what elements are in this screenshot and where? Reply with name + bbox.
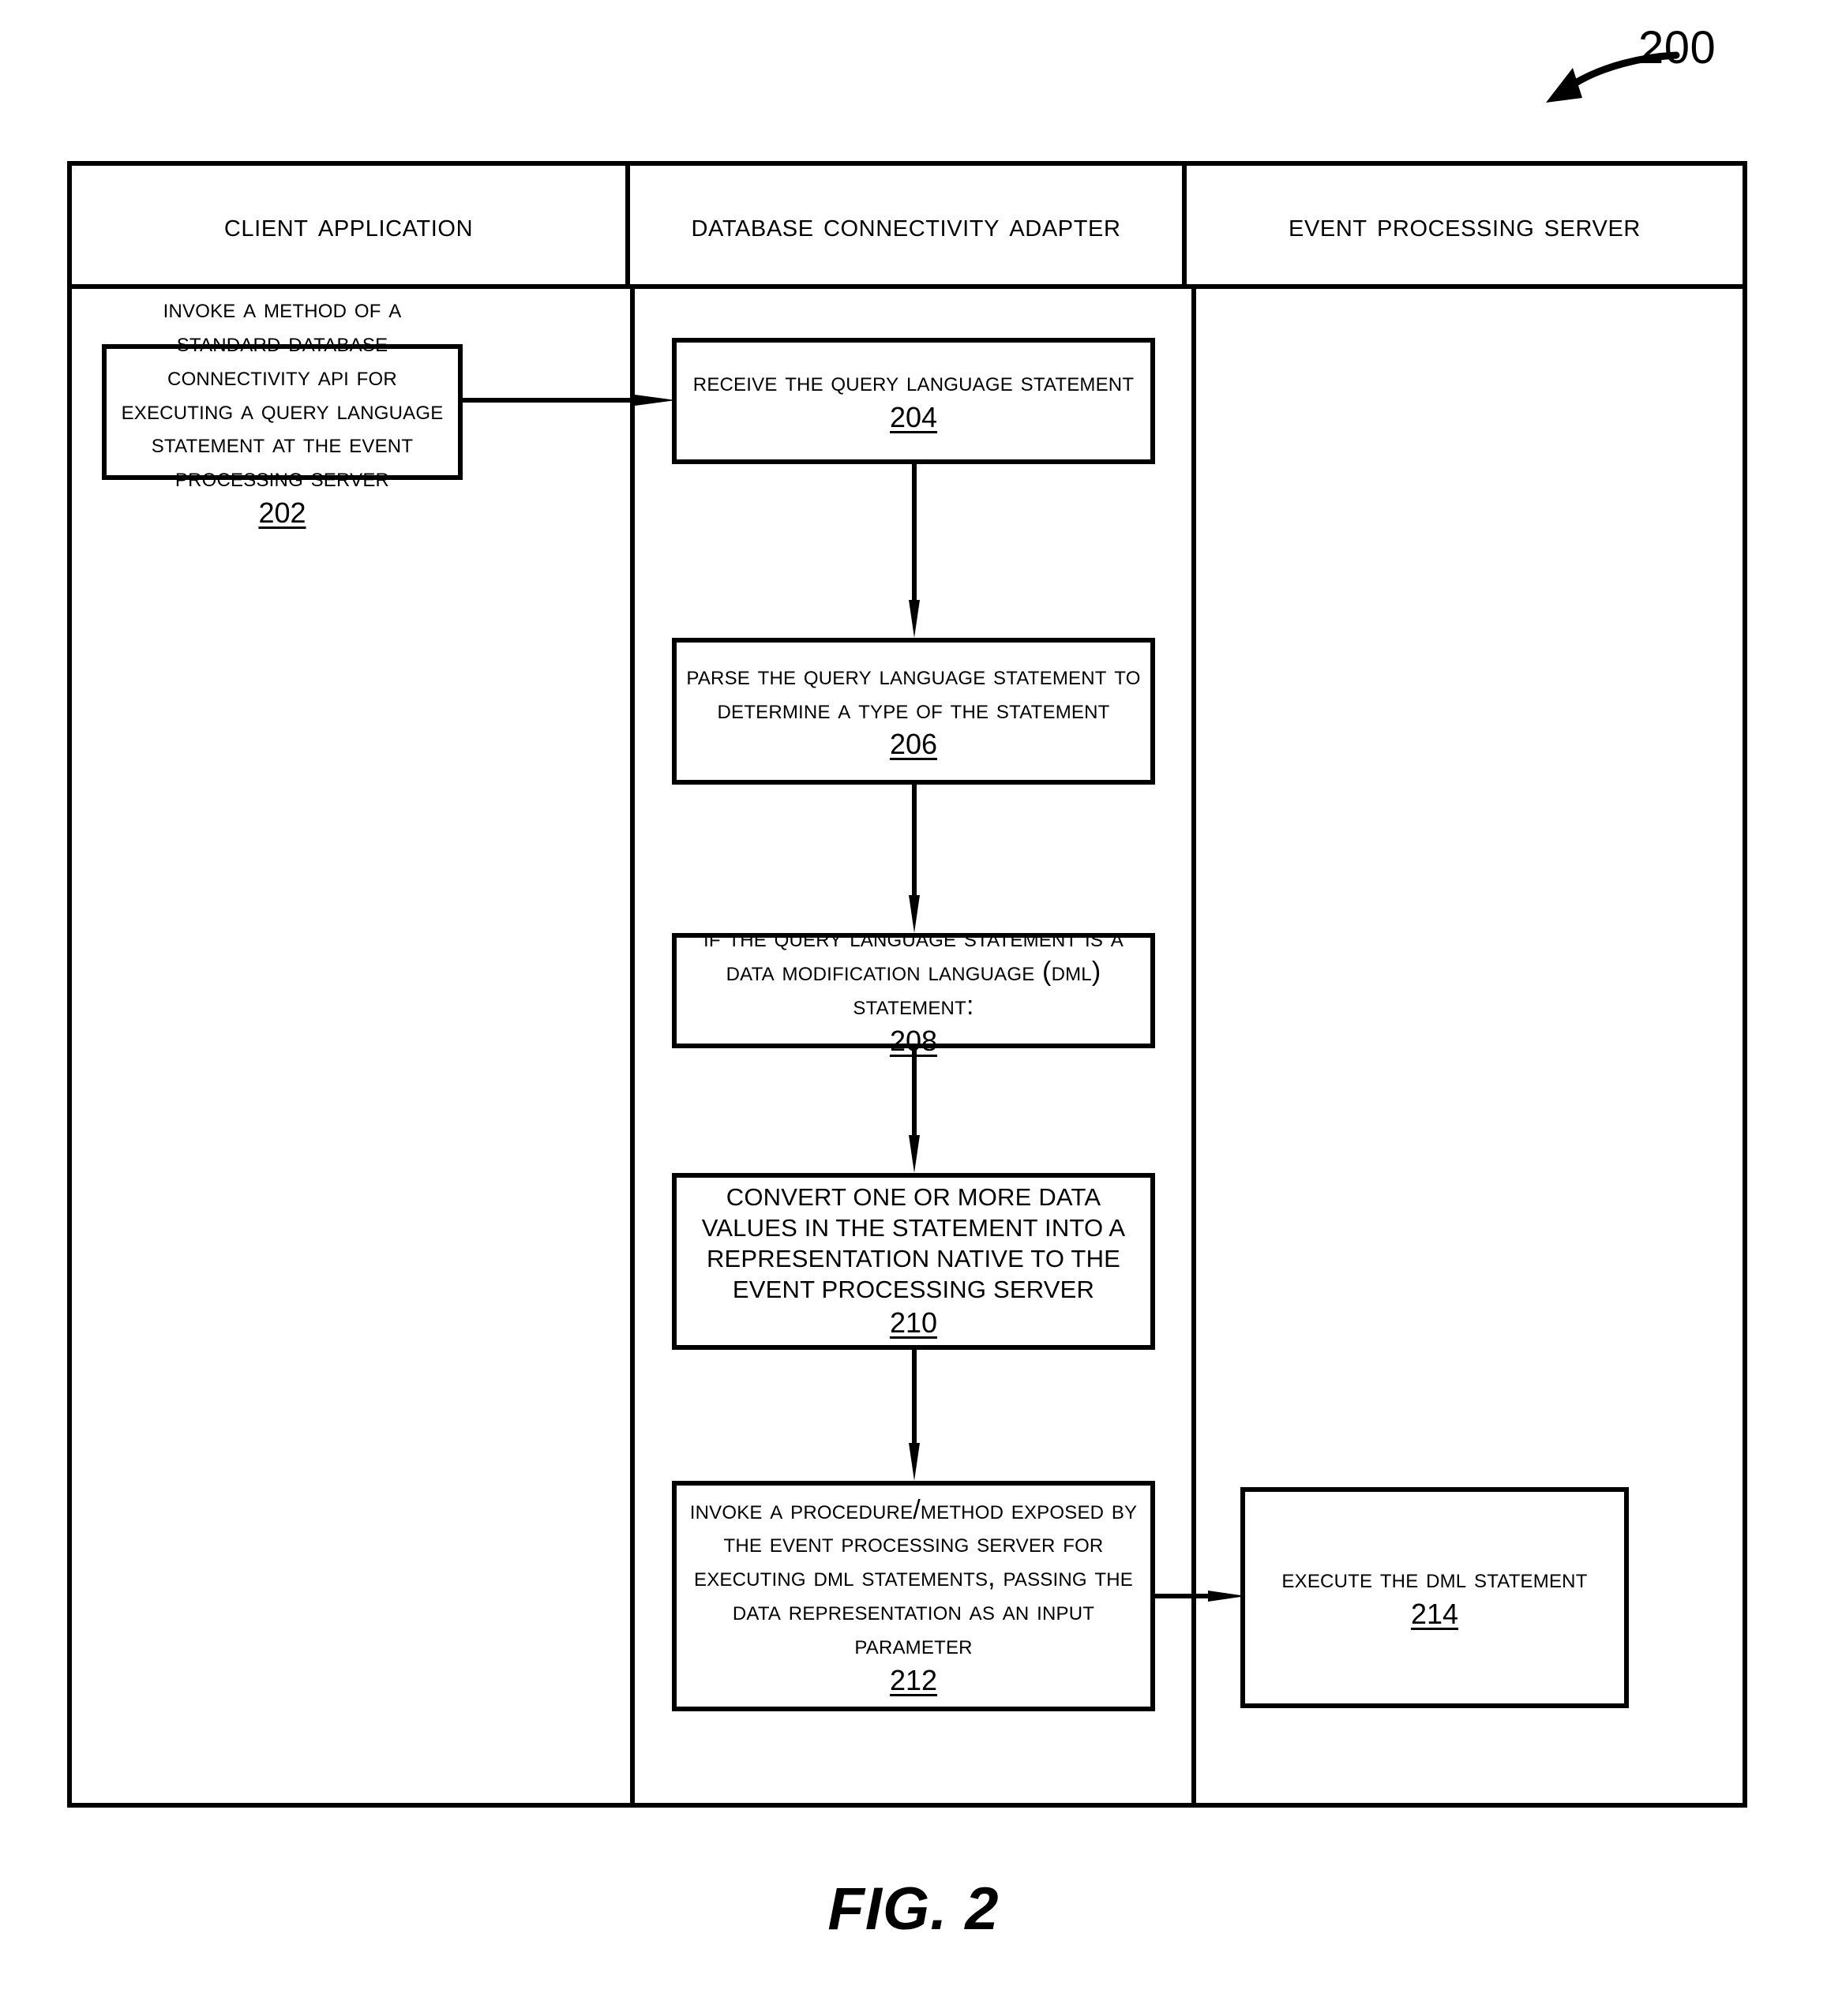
connector-arrow-206-to-208 — [909, 785, 920, 933]
process-box-204-number: 204 — [889, 401, 938, 434]
process-box-202: Invoke a method of a standard database c… — [102, 294, 463, 529]
process-box-210-text: Convert one or more data values in the s… — [701, 1182, 1126, 1303]
lane-header-client-application-label: Client Application — [223, 206, 474, 243]
swimlane-frame: Client Application Database Connectivity… — [67, 161, 1747, 1808]
lane-divider-adapter-server — [1191, 289, 1196, 1803]
lane-header-database-connectivity-adapter-label: Database Connectivity Adapter — [691, 206, 1121, 243]
reference-numeral-200: 200 — [1638, 22, 1716, 73]
process-box-206-text: Parse the query language statement to de… — [686, 660, 1141, 725]
process-box-202-number: 202 — [258, 497, 306, 530]
process-box-204: Receive the query language statement 204 — [672, 338, 1155, 464]
connector-arrow-208-to-210 — [909, 1048, 920, 1173]
process-box-214: Execute the DML statement 214 — [1240, 1487, 1629, 1708]
process-box-212-number: 212 — [889, 1663, 938, 1696]
process-box-214-text: Execute the DML statement — [1281, 1564, 1588, 1594]
connector-arrow-202-to-204 — [463, 395, 676, 406]
lane-header-client-application: Client Application — [72, 166, 630, 284]
connector-arrow-212-to-214 — [1155, 1591, 1246, 1602]
lane-header-event-processing-server-label: Event Processing Server — [1289, 206, 1641, 243]
process-box-206: Parse the query language statement to de… — [672, 638, 1155, 785]
process-box-212: Invoke a procedure/method exposed by the… — [672, 1481, 1155, 1711]
lane-header-database-connectivity-adapter: Database Connectivity Adapter — [630, 166, 1187, 284]
process-box-210-number: 210 — [889, 1306, 938, 1339]
process-box-208-text: If the query language statement is a dat… — [703, 923, 1124, 1021]
lane-divider-client-adapter — [630, 289, 635, 1803]
process-box-208: If the query language statement is a dat… — [672, 923, 1155, 1057]
lane-header-event-processing-server: Event Processing Server — [1187, 166, 1743, 284]
figure-caption: FIG. 2 — [827, 1875, 1000, 1943]
swimlane-header-row: Client Application Database Connectivity… — [72, 166, 1743, 289]
process-box-214-number: 214 — [1410, 1598, 1459, 1631]
process-box-204-text: Receive the query language statement — [692, 367, 1135, 398]
connector-arrow-210-to-212 — [909, 1350, 920, 1481]
process-box-210: Convert one or more data values in the s… — [672, 1173, 1155, 1350]
process-box-206-number: 206 — [889, 728, 938, 761]
connector-arrow-204-to-206 — [909, 464, 920, 638]
process-box-212-text: Invoke a procedure/method exposed by the… — [689, 1494, 1138, 1660]
patent-figure-page: 200 Client Application Database Connecti… — [0, 0, 1827, 2016]
process-box-202-text: Invoke a method of a standard database c… — [121, 294, 444, 493]
